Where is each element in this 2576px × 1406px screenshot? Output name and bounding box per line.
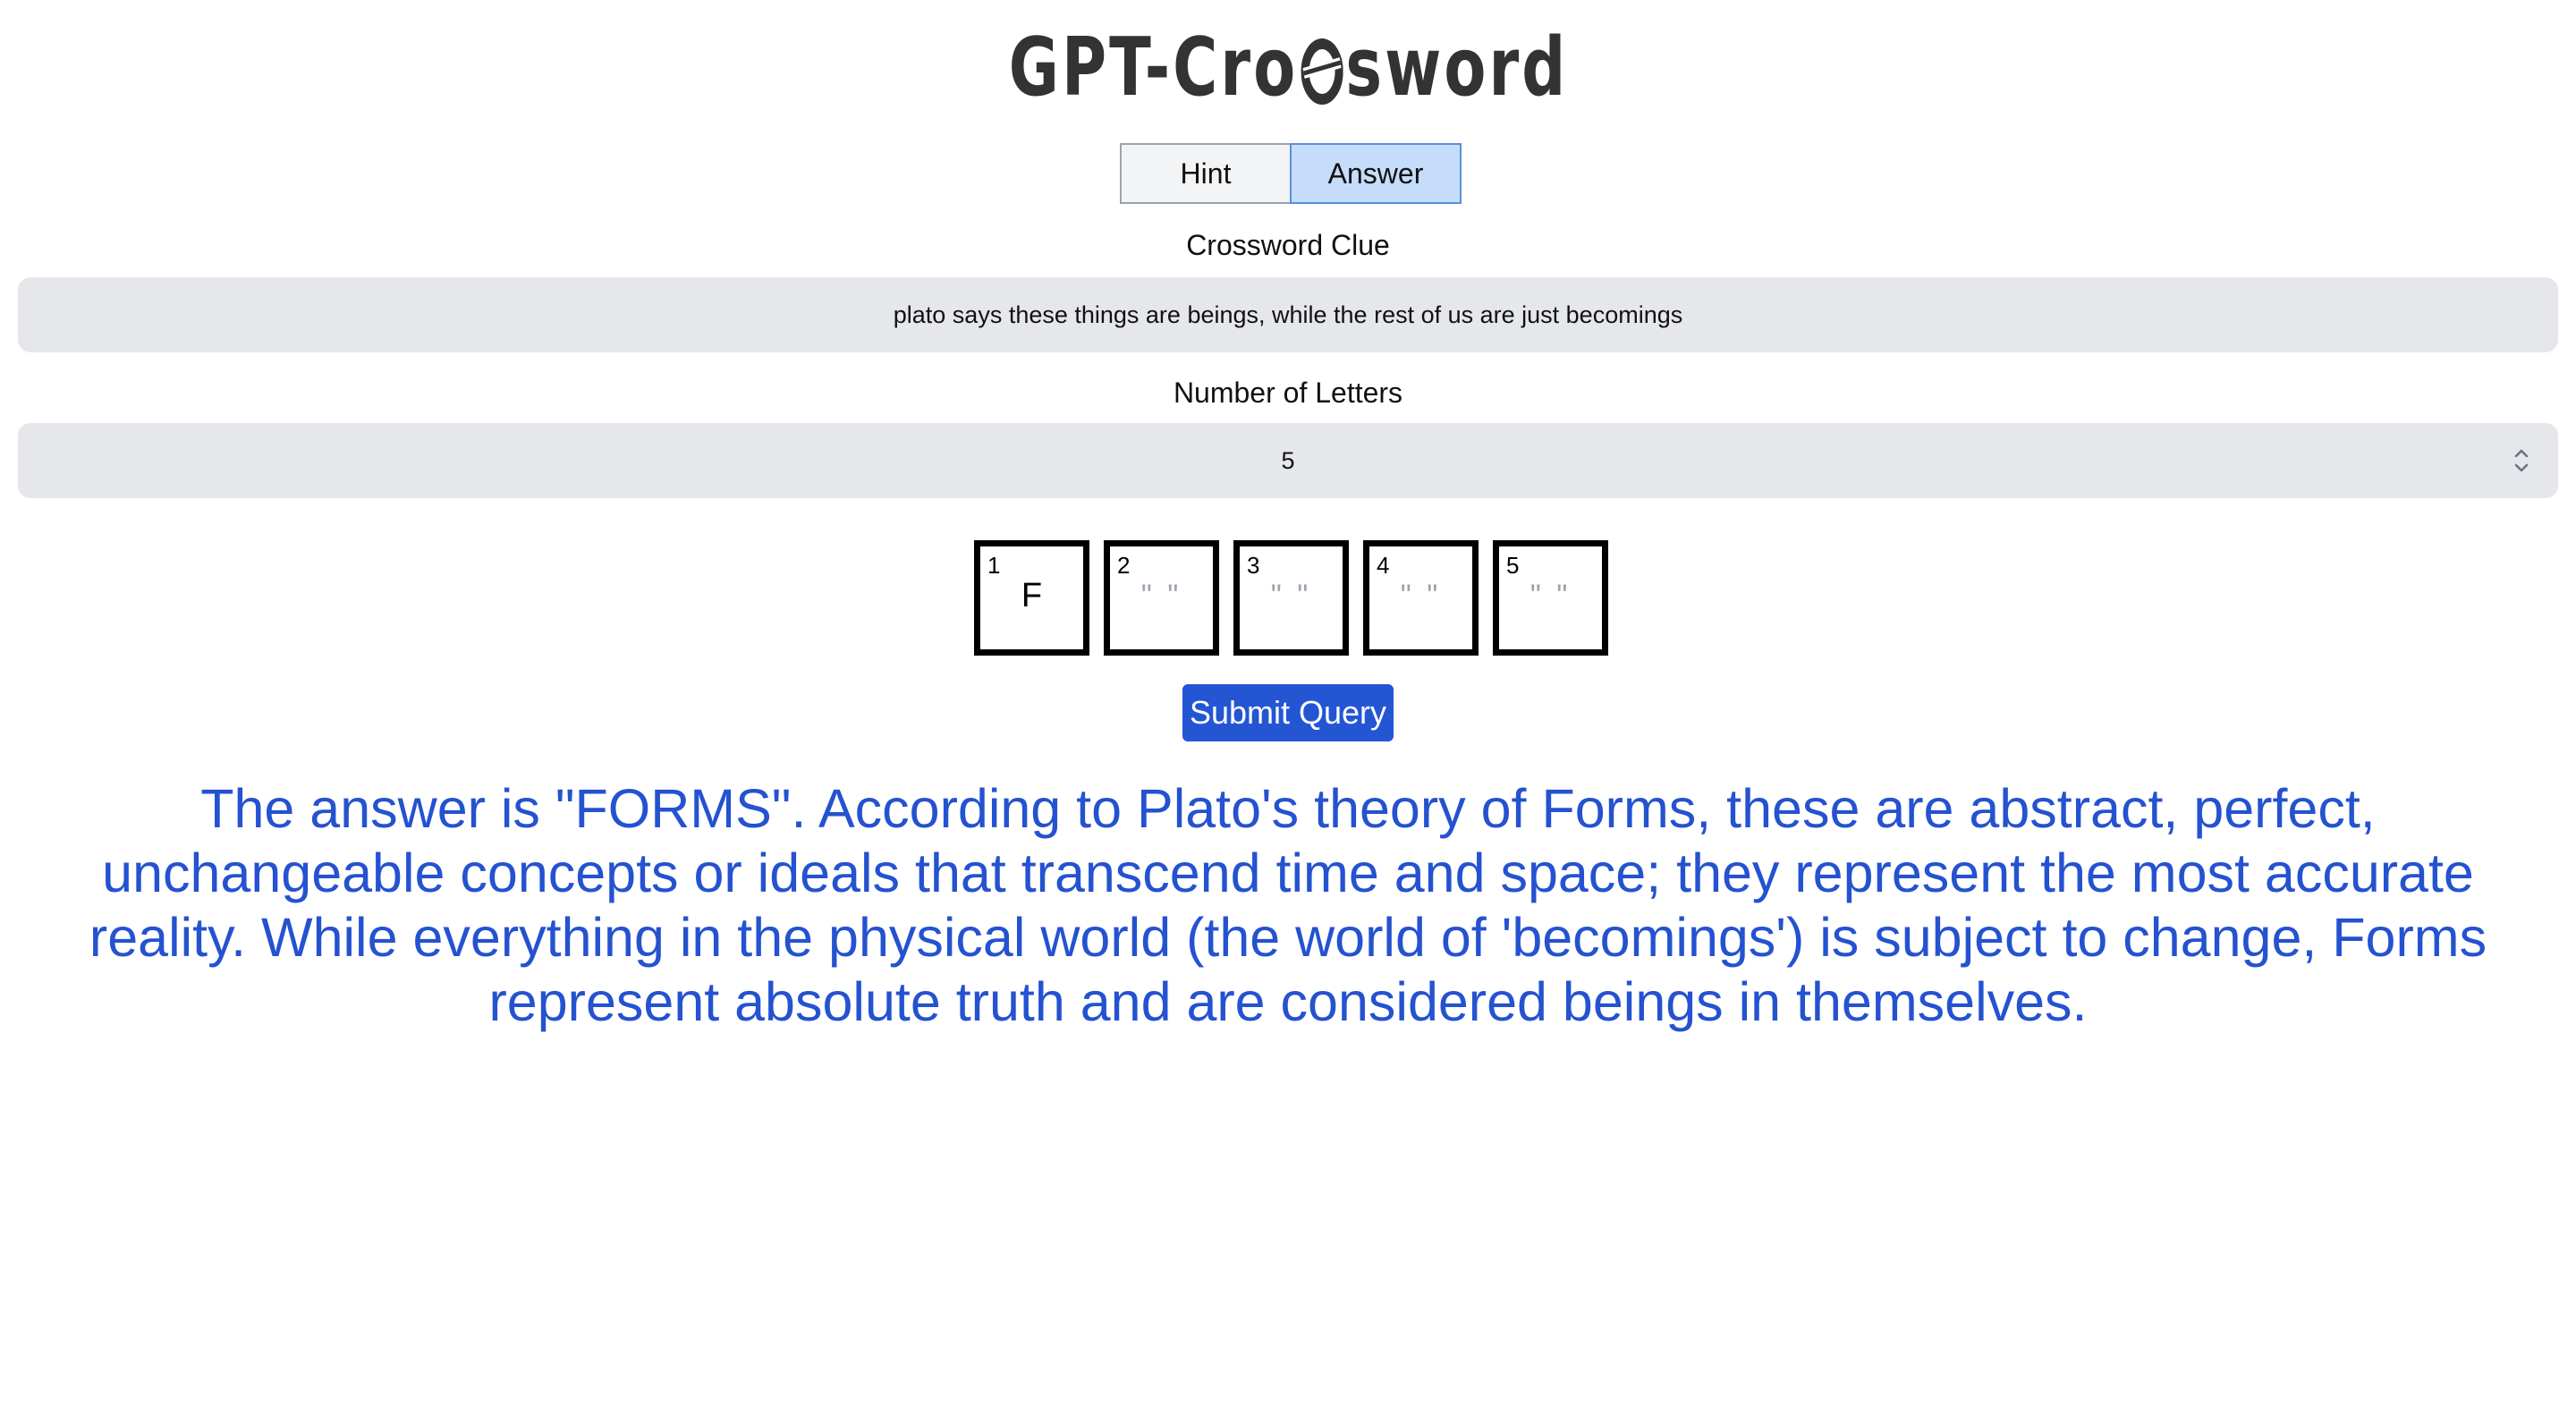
hint-button[interactable]: Hint — [1120, 143, 1292, 204]
logo-text-start: GPT-Cro — [1008, 21, 1298, 114]
cell-letter: F — [1021, 577, 1043, 614]
letters-select[interactable]: 5 — [18, 423, 2558, 498]
cell-letter: " " — [1400, 579, 1442, 613]
chevron-up-down-icon — [2514, 449, 2529, 472]
clue-input[interactable]: plato says these things are beings, whil… — [18, 277, 2558, 352]
app-root: GPT-Cro sword Hint Answer Crossword Clue… — [0, 0, 2576, 1406]
letter-cell[interactable]: 3 " " — [1233, 540, 1349, 656]
answer-explanation: The answer is "FORMS". According to Plat… — [89, 778, 2487, 1032]
letters-label: Number of Letters — [1173, 377, 1403, 409]
cell-number: 5 — [1506, 552, 1520, 579]
letter-cell[interactable]: 5 " " — [1493, 540, 1608, 656]
cell-letter: " " — [1140, 579, 1182, 613]
cell-number: 3 — [1247, 552, 1260, 579]
letters-select-value: 5 — [1281, 446, 1295, 474]
cell-letter: " " — [1530, 579, 1572, 613]
clue-input-value: plato says these things are beings, whil… — [893, 301, 1683, 328]
letter-cell[interactable]: 4 " " — [1363, 540, 1479, 656]
letter-cell[interactable]: 2 " " — [1104, 540, 1219, 656]
letter-cell[interactable]: 1 F — [974, 540, 1089, 656]
letter-grid: 1 F 2 " " 3 " " 4 " " 5 " " — [974, 540, 1608, 656]
answer-button[interactable]: Answer — [1290, 143, 1462, 204]
cell-number: 4 — [1377, 552, 1390, 579]
submit-query-button[interactable]: Submit Query — [1182, 684, 1394, 741]
logo-text-end: sword — [1344, 21, 1568, 114]
clue-label: Crossword Clue — [1186, 229, 1390, 261]
logo-text: GPT-Cro sword — [1008, 23, 1567, 113]
cell-number: 1 — [987, 552, 1001, 579]
cell-letter: " " — [1270, 579, 1312, 613]
logo: GPT-Cro sword — [0, 23, 2576, 113]
mode-toggle: Hint Answer — [1120, 143, 1462, 204]
crossed-s-icon — [1300, 38, 1343, 105]
cell-number: 2 — [1117, 552, 1131, 579]
